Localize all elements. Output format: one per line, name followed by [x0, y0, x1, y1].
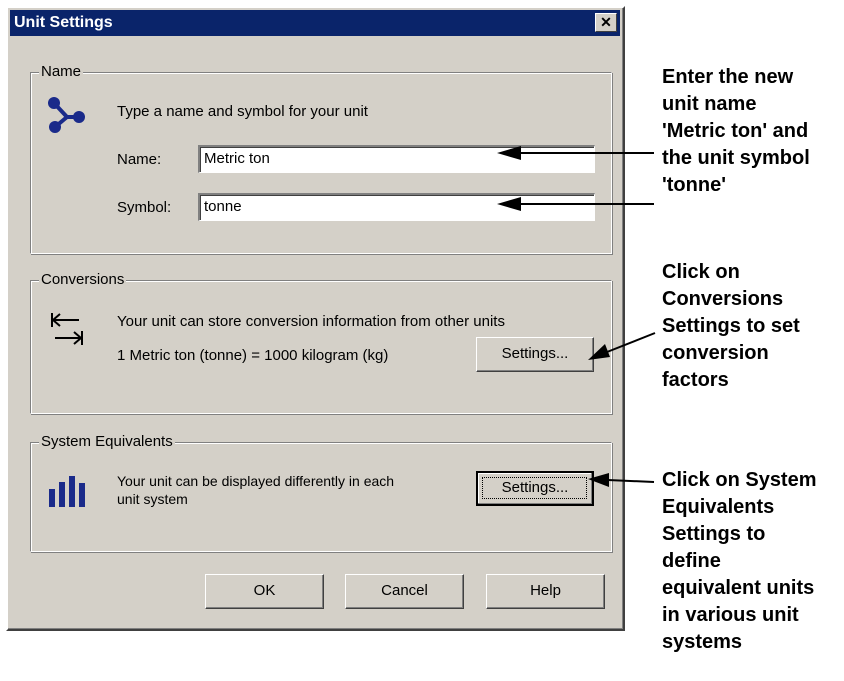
annotation-line: Conversions	[662, 288, 784, 310]
annotation-line: equivalent units	[662, 577, 815, 599]
annotation-line: Enter the new	[662, 66, 794, 88]
name-callout-arrow	[497, 146, 654, 160]
annotation-line: 'Metric ton' and	[662, 120, 809, 142]
annotation-line: Click on	[662, 261, 740, 283]
annotation-line: Click on System	[662, 469, 817, 491]
annotation-line: Settings to set	[662, 315, 800, 337]
annotation-line: factors	[662, 369, 729, 391]
conversions-annotation: Click on Conversions Settings to set con…	[662, 259, 800, 394]
conversions-callout-arrow	[588, 332, 656, 360]
symbol-callout-arrow	[497, 197, 654, 211]
annotation-line: conversion	[662, 342, 769, 364]
annotation-line: define	[662, 550, 721, 572]
annotation-line: systems	[662, 631, 743, 653]
annotation-line: 'tonne'	[662, 174, 726, 196]
system-callout-arrow	[588, 473, 655, 487]
annotation-line: unit name	[662, 93, 757, 115]
annotation-line: Equivalents	[662, 496, 775, 518]
system-annotation: Click on System Equivalents Settings to …	[662, 467, 817, 656]
annotation-line: the unit symbol	[662, 147, 810, 169]
annotation-line: Settings to	[662, 523, 766, 545]
name-annotation: Enter the new unit name 'Metric ton' and…	[662, 64, 810, 199]
annotation-line: in various unit	[662, 604, 799, 626]
